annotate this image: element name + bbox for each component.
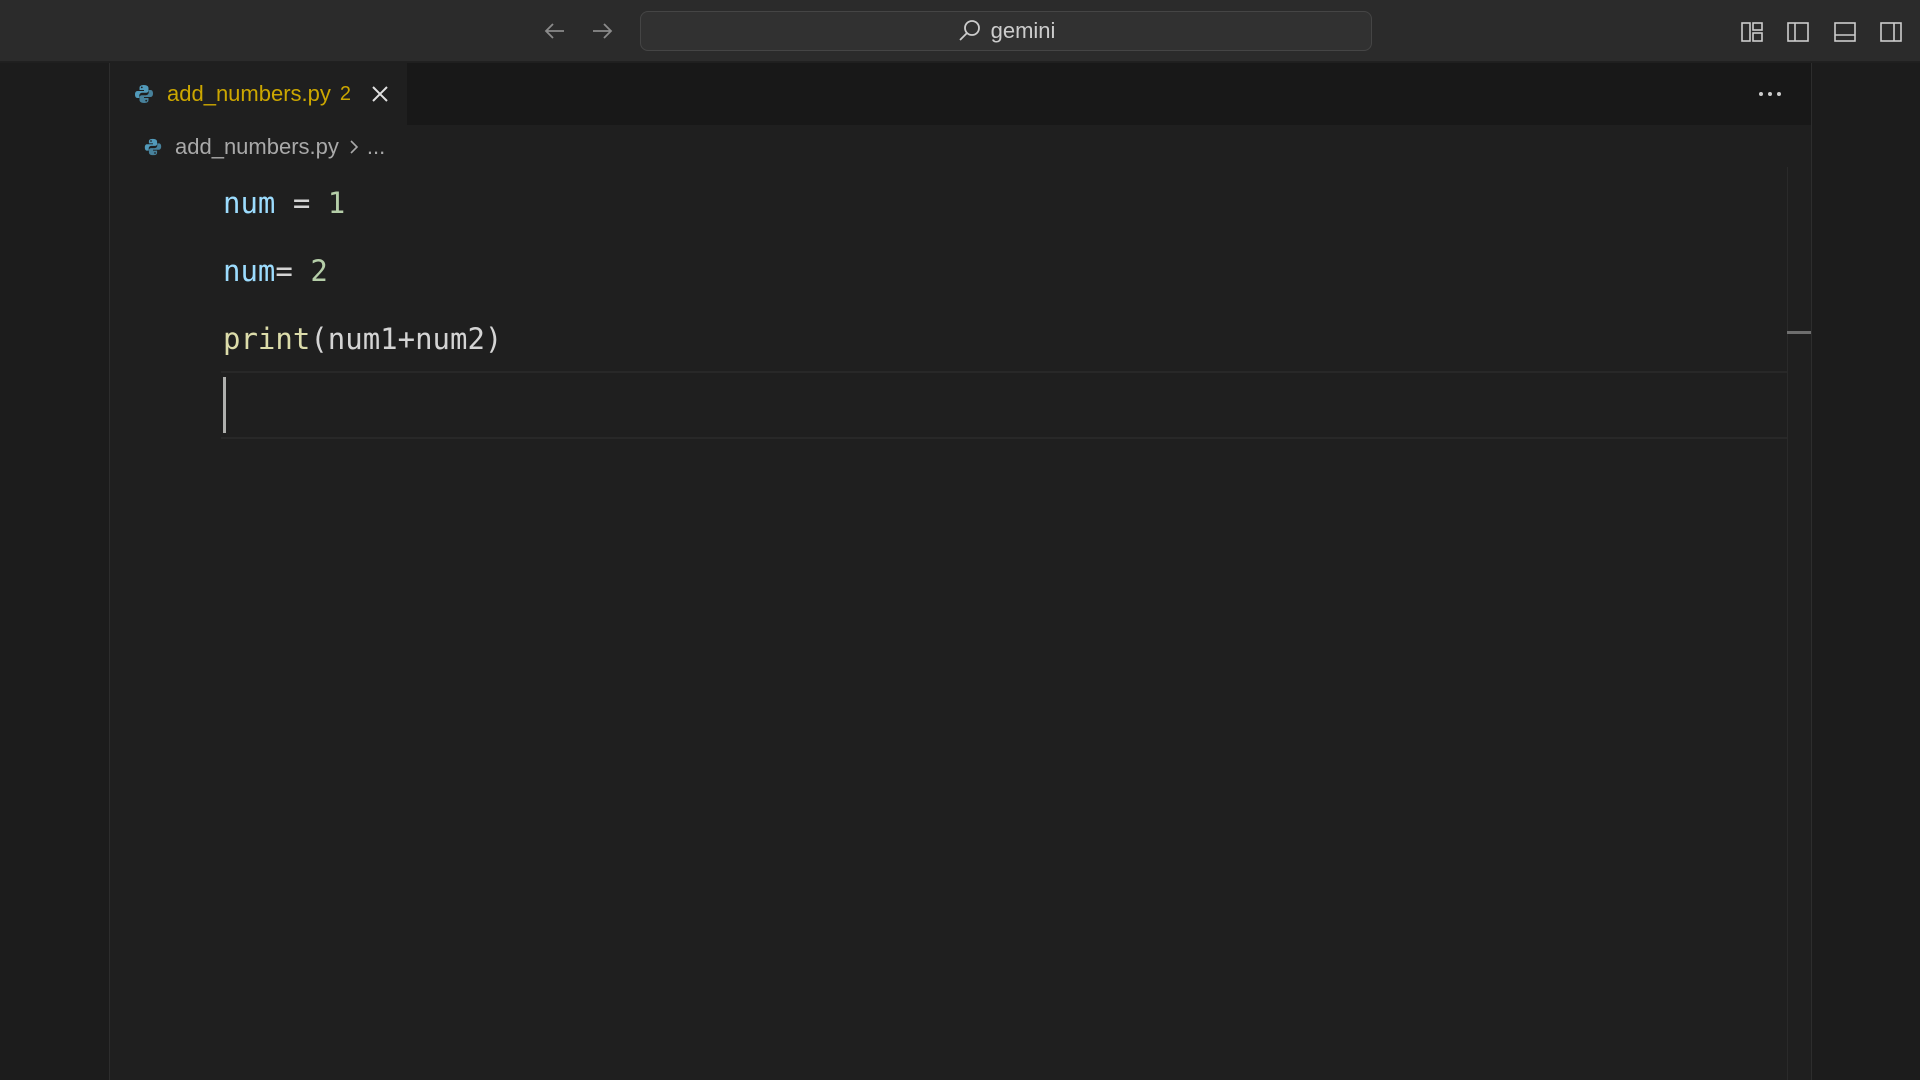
customize-layout-button[interactable] <box>1736 16 1768 48</box>
code-editor[interactable]: num = 1 num= 2 print(num1+num2) <box>111 169 1787 1080</box>
arrow-right-icon <box>593 23 613 39</box>
ellipsis-icon <box>1759 92 1781 96</box>
token-function: print <box>223 322 311 356</box>
token-number: 1 <box>327 186 346 220</box>
close-tab-button[interactable] <box>367 81 393 107</box>
breadcrumb: add_numbers.py ... <box>143 129 385 165</box>
arrow-left-icon <box>544 23 564 39</box>
python-icon <box>135 85 153 103</box>
python-icon <box>144 138 162 156</box>
breadcrumb-file[interactable]: add_numbers.py <box>175 134 339 160</box>
go-forward-button[interactable] <box>585 14 619 48</box>
sidebar-right-icon <box>1880 22 1902 42</box>
tab-label: add_numbers.py <box>167 81 331 106</box>
text-cursor <box>223 377 226 433</box>
token-arguments: (num1+num2) <box>310 322 503 356</box>
tab-add-numbers[interactable]: add_numbers.py 2 <box>111 63 407 125</box>
current-line-highlight <box>221 371 1787 439</box>
toggle-panel-button[interactable] <box>1829 16 1861 48</box>
more-actions-button[interactable] <box>1753 79 1787 109</box>
code-line: num = 1 <box>223 169 345 237</box>
right-panel <box>1811 63 1920 1080</box>
command-center-search[interactable]: gemini <box>640 11 1372 51</box>
command-center-text: gemini <box>990 18 1056 43</box>
go-back-button[interactable] <box>538 14 572 48</box>
editor-group: add_numbers.py 2 add_numbers.py ... num … <box>111 63 1811 1080</box>
close-icon <box>372 86 388 102</box>
token-variable: num <box>223 186 276 220</box>
token-number: 2 <box>310 254 328 288</box>
token-operator: = <box>275 186 328 220</box>
code-line: num= 2 <box>223 237 328 305</box>
chevron-right-icon <box>350 140 359 154</box>
code-line: print(num1+num2) <box>223 305 502 373</box>
left-gutter <box>0 63 110 1080</box>
customize-layout-icon <box>1741 22 1763 42</box>
token-operator: = <box>275 254 311 288</box>
scrollbar-cursor-marker <box>1787 331 1811 334</box>
search-icon <box>958 20 980 41</box>
problem-count-badge: 2 <box>339 82 352 105</box>
sidebar-left-icon <box>1787 22 1809 42</box>
breadcrumb-symbols[interactable]: ... <box>367 134 385 160</box>
title-bar: gemini <box>0 0 1920 62</box>
toggle-primary-sidebar-button[interactable] <box>1782 16 1814 48</box>
token-variable: num <box>223 254 276 288</box>
tab-strip: add_numbers.py 2 <box>111 63 1811 125</box>
toggle-secondary-sidebar-button[interactable] <box>1875 16 1907 48</box>
panel-bottom-icon <box>1834 22 1856 42</box>
vertical-scrollbar[interactable] <box>1787 167 1811 1080</box>
